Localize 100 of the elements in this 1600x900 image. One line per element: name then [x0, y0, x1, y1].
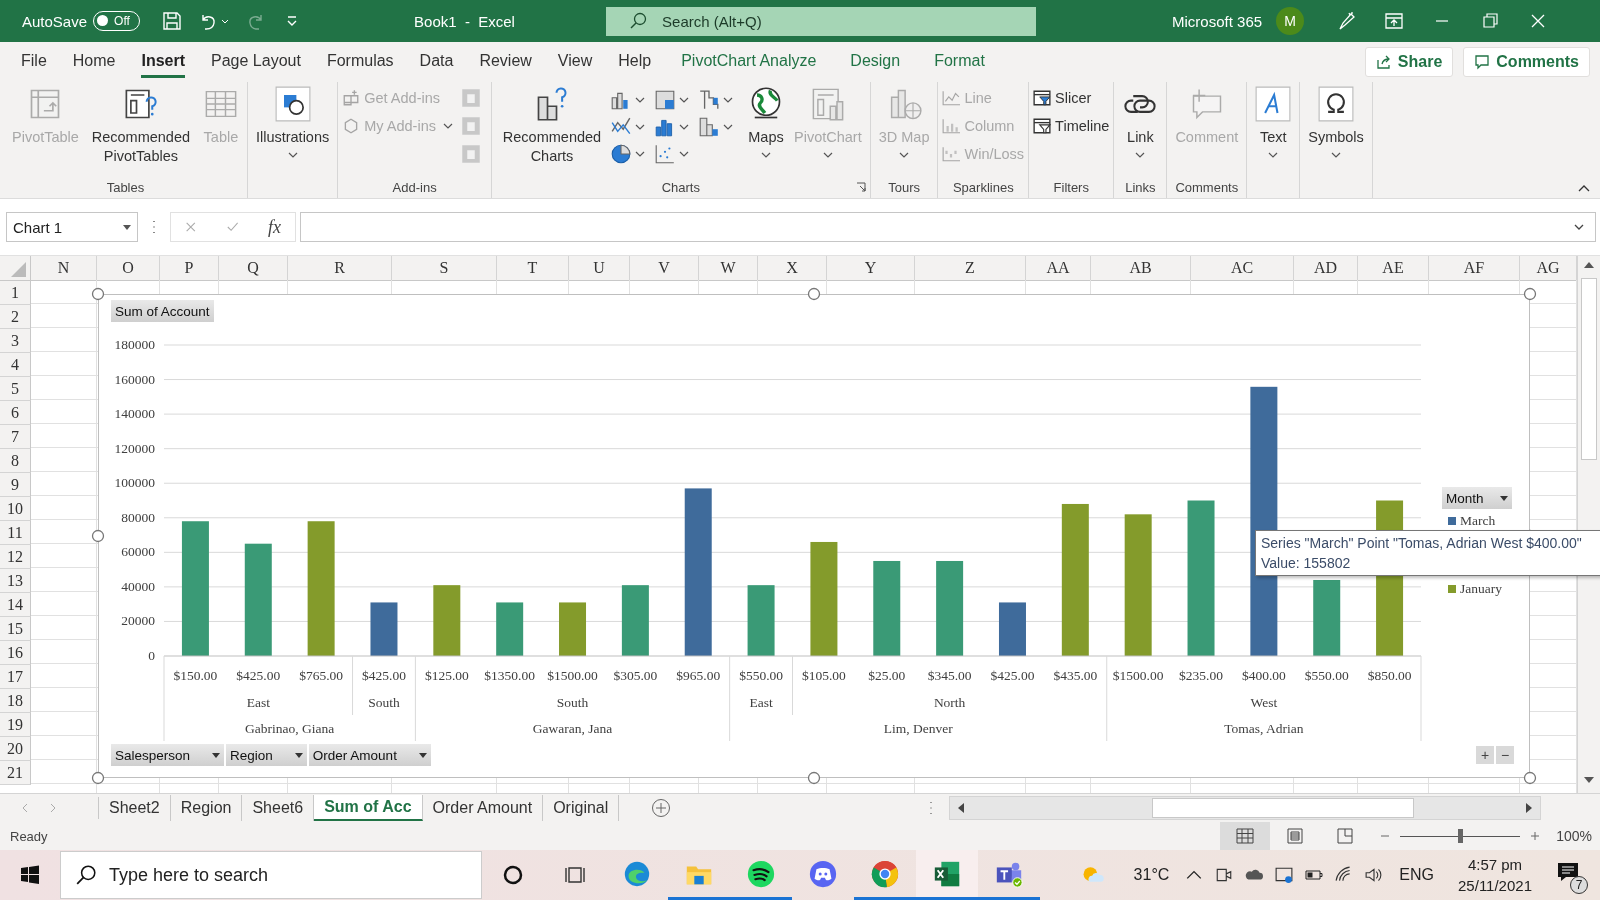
heading-letter[interactable]: AC: [1191, 256, 1294, 280]
heading-letter[interactable]: U: [569, 256, 630, 280]
resize-handle[interactable]: [91, 287, 105, 301]
row-header[interactable]: 5: [0, 377, 31, 401]
resize-handle[interactable]: [91, 771, 105, 785]
formula-input[interactable]: [300, 212, 1596, 242]
comments-button[interactable]: Comments: [1463, 47, 1590, 77]
ribbon-tab[interactable]: PivotChart Analyze: [681, 46, 817, 78]
bar[interactable]: [244, 543, 272, 656]
zoom-slider-thumb[interactable]: [1458, 828, 1464, 843]
row-header[interactable]: 13: [0, 569, 31, 593]
sheet-tab[interactable]: Region: [170, 795, 243, 821]
row-header[interactable]: 3: [0, 329, 31, 353]
heading-letter[interactable]: N: [31, 256, 97, 280]
row-header[interactable]: 4: [0, 353, 31, 377]
bar[interactable]: [1061, 503, 1089, 656]
sheet-tab[interactable]: Order Amount: [422, 795, 544, 821]
row-header[interactable]: 21: [0, 761, 31, 785]
resize-handle[interactable]: [1523, 287, 1537, 301]
heading-letter[interactable]: P: [160, 256, 219, 280]
share-button[interactable]: Share: [1364, 47, 1454, 77]
row-header[interactable]: 20: [0, 737, 31, 761]
camera-icon[interactable]: [1215, 866, 1234, 884]
windows-logo-icon[interactable]: [20, 865, 40, 885]
clock-date[interactable]: 25/11/2021: [1458, 875, 1532, 896]
row-header[interactable]: 12: [0, 545, 31, 569]
heading-letter[interactable]: AD: [1294, 256, 1358, 280]
ribbon-display-icon[interactable]: [1384, 11, 1405, 31]
bar[interactable]: [1313, 580, 1341, 656]
ribbon-button[interactable]: Symbols: [1304, 84, 1368, 176]
ribbon-button[interactable]: Timeline: [1033, 116, 1110, 136]
row-header[interactable]: 10: [0, 497, 31, 521]
row-header[interactable]: 19: [0, 713, 31, 737]
bar[interactable]: [559, 602, 587, 656]
scroll-left-icon[interactable]: [958, 803, 965, 813]
row-header[interactable]: 6: [0, 401, 31, 425]
heading-letter[interactable]: AA: [1026, 256, 1091, 280]
ribbon-button[interactable]: Link: [1118, 84, 1163, 176]
field-button[interactable]: Order Amount: [308, 744, 431, 766]
ribbon-tab[interactable]: Home: [72, 46, 116, 78]
app-tile-icon[interactable]: [461, 88, 481, 108]
heading-letter[interactable]: AB: [1091, 256, 1191, 280]
save-icon[interactable]: [162, 11, 183, 31]
heading-letter[interactable]: AF: [1429, 256, 1520, 280]
name-box[interactable]: Chart 1: [6, 212, 138, 242]
field-button[interactable]: Sum of Account: [111, 300, 214, 322]
row-header[interactable]: 16: [0, 641, 31, 665]
heading-letter[interactable]: W: [699, 256, 758, 280]
ribbon-tab[interactable]: Format: [934, 46, 985, 78]
bar[interactable]: [370, 602, 398, 656]
expand-collapse-button[interactable]: +: [1476, 746, 1494, 764]
resize-handle[interactable]: [807, 771, 821, 785]
scroll-right-icon[interactable]: [1526, 803, 1533, 813]
expand-collapse-button[interactable]: −: [1496, 746, 1514, 764]
row-header[interactable]: 7: [0, 425, 31, 449]
row-header[interactable]: 17: [0, 665, 31, 689]
row-header[interactable]: 2: [0, 305, 31, 329]
previous-sheet-icon[interactable]: [22, 803, 28, 813]
ribbon-tab[interactable]: Data: [419, 46, 454, 78]
field-button[interactable]: Region: [226, 744, 307, 766]
scroll-thumb[interactable]: [1581, 278, 1597, 460]
zoom-in-icon[interactable]: [1530, 831, 1541, 841]
ribbon-button[interactable]: Recommended Charts: [496, 84, 608, 176]
heading-letter[interactable]: AE: [1358, 256, 1429, 280]
bar[interactable]: [873, 560, 901, 656]
row-header[interactable]: 18: [0, 689, 31, 713]
bar[interactable]: [496, 602, 524, 656]
taskbar-app[interactable]: [916, 850, 978, 900]
heading-letter[interactable]: R: [288, 256, 392, 280]
ribbon-tab[interactable]: Insert: [141, 46, 186, 78]
row-header[interactable]: 9: [0, 473, 31, 497]
sheet-tab[interactable]: Original: [543, 795, 620, 821]
heading-letter[interactable]: S: [392, 256, 497, 280]
heading-letter[interactable]: Z: [915, 256, 1026, 280]
ribbon-tab[interactable]: Help: [618, 46, 652, 78]
resize-handle[interactable]: [807, 287, 821, 301]
restore-icon[interactable]: [1480, 11, 1501, 31]
account-name[interactable]: Microsoft 365: [1172, 12, 1263, 30]
row-header[interactable]: 8: [0, 449, 31, 473]
next-sheet-icon[interactable]: [50, 803, 56, 813]
horizontal-scrollbar[interactable]: [949, 796, 1542, 820]
scroll-up-icon[interactable]: [1584, 262, 1594, 268]
field-button[interactable]: Month: [1442, 487, 1512, 509]
ribbon-button[interactable]: Text: [1251, 84, 1296, 176]
cancel-icon[interactable]: [185, 220, 197, 234]
heading-letter[interactable]: Q: [219, 256, 288, 280]
heading-letter[interactable]: X: [758, 256, 827, 280]
resize-handle[interactable]: [1523, 771, 1537, 785]
row-header[interactable]: 11: [0, 521, 31, 545]
row-header[interactable]: 14: [0, 593, 31, 617]
clock-time[interactable]: 4:57 pm: [1467, 854, 1523, 875]
app-tile-icon[interactable]: [461, 116, 481, 136]
heading-letter[interactable]: O: [97, 256, 160, 280]
bar[interactable]: [684, 488, 712, 656]
ribbon-tab[interactable]: View: [557, 46, 593, 78]
heading-letter[interactable]: V: [630, 256, 699, 280]
insert-function-button[interactable]: fx: [268, 216, 281, 238]
collapse-ribbon-icon[interactable]: [1578, 184, 1590, 192]
ribbon-button[interactable]: Recommended PivotTables: [84, 84, 197, 176]
ribbon-tab[interactable]: File: [21, 46, 47, 78]
